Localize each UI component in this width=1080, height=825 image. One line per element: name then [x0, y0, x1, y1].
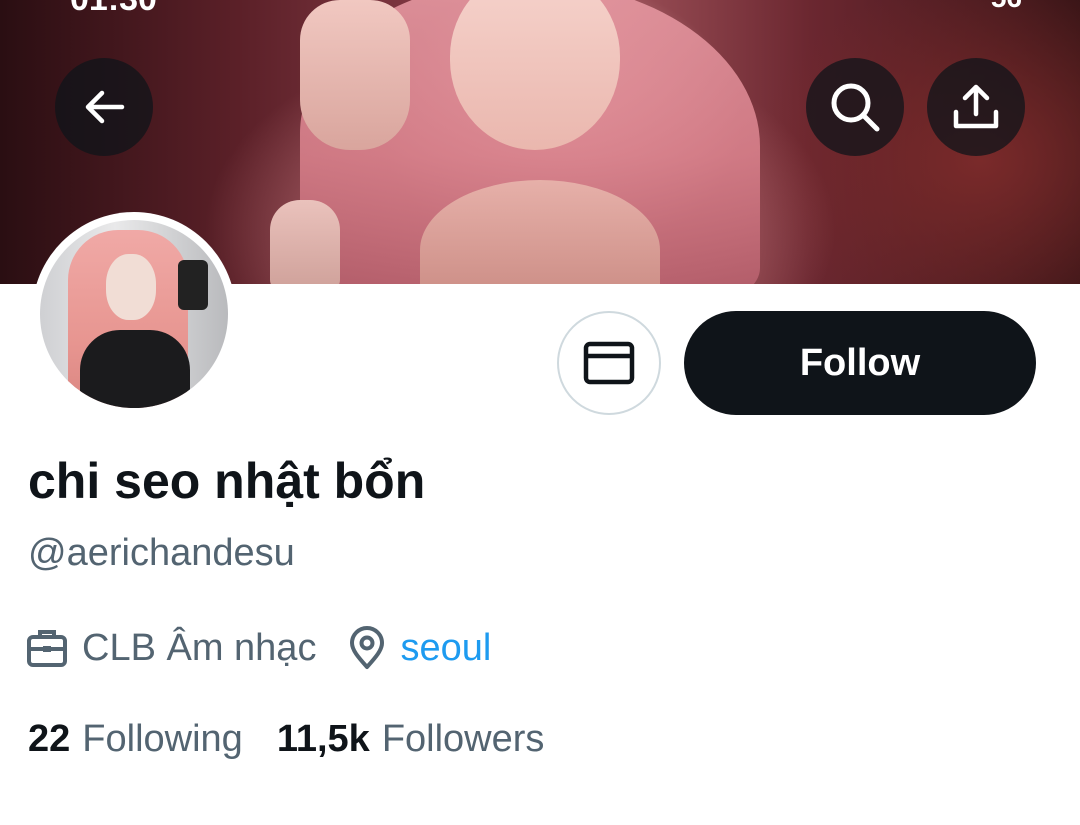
- status-time: 01:30: [70, 0, 190, 18]
- following-stat[interactable]: 22 Following: [28, 718, 243, 761]
- avatar-body-shape: [80, 330, 190, 408]
- followers-stat[interactable]: 11,5k Followers: [277, 718, 545, 761]
- follow-stats: 22 Following 11,5k Followers: [28, 718, 578, 761]
- user-handle: @aerichandesu: [28, 532, 295, 574]
- envelope-icon: [583, 341, 635, 385]
- work-text: CLB Âm nhạc: [82, 626, 317, 669]
- banner-hand-shape-lower: [270, 200, 340, 284]
- following-label: Following: [82, 718, 243, 760]
- follow-button[interactable]: Follow: [684, 311, 1036, 415]
- search-icon: [831, 83, 880, 132]
- location-pin-icon: [350, 626, 385, 669]
- display-name: chi seo nhật bổn: [28, 453, 426, 509]
- avatar-image: [40, 220, 228, 408]
- location-info: seoul: [348, 626, 491, 670]
- location-link[interactable]: seoul: [400, 627, 491, 670]
- avatar-face-shape: [106, 254, 156, 320]
- followers-count: 11,5k: [276, 718, 370, 760]
- share-upload-icon: [953, 84, 999, 129]
- share-button[interactable]: [927, 58, 1025, 156]
- avatar[interactable]: [32, 212, 236, 416]
- following-count: 22: [28, 718, 71, 760]
- work-info: CLB Âm nhạc: [26, 627, 316, 670]
- status-indicators: 56: [822, 0, 1022, 13]
- briefcase-icon: [27, 630, 67, 667]
- profile-meta: CLB Âm nhạc seoul: [26, 622, 523, 674]
- banner-hand-shape: [300, 0, 410, 150]
- back-button[interactable]: [55, 58, 153, 156]
- message-button[interactable]: [557, 311, 661, 415]
- profile-page: 01:30 56 Follow chi seo nhật b: [0, 0, 1080, 825]
- arrow-left-icon: [85, 90, 125, 124]
- followers-label: Followers: [381, 718, 545, 760]
- search-button[interactable]: [806, 58, 904, 156]
- avatar-phone-shape: [178, 260, 208, 310]
